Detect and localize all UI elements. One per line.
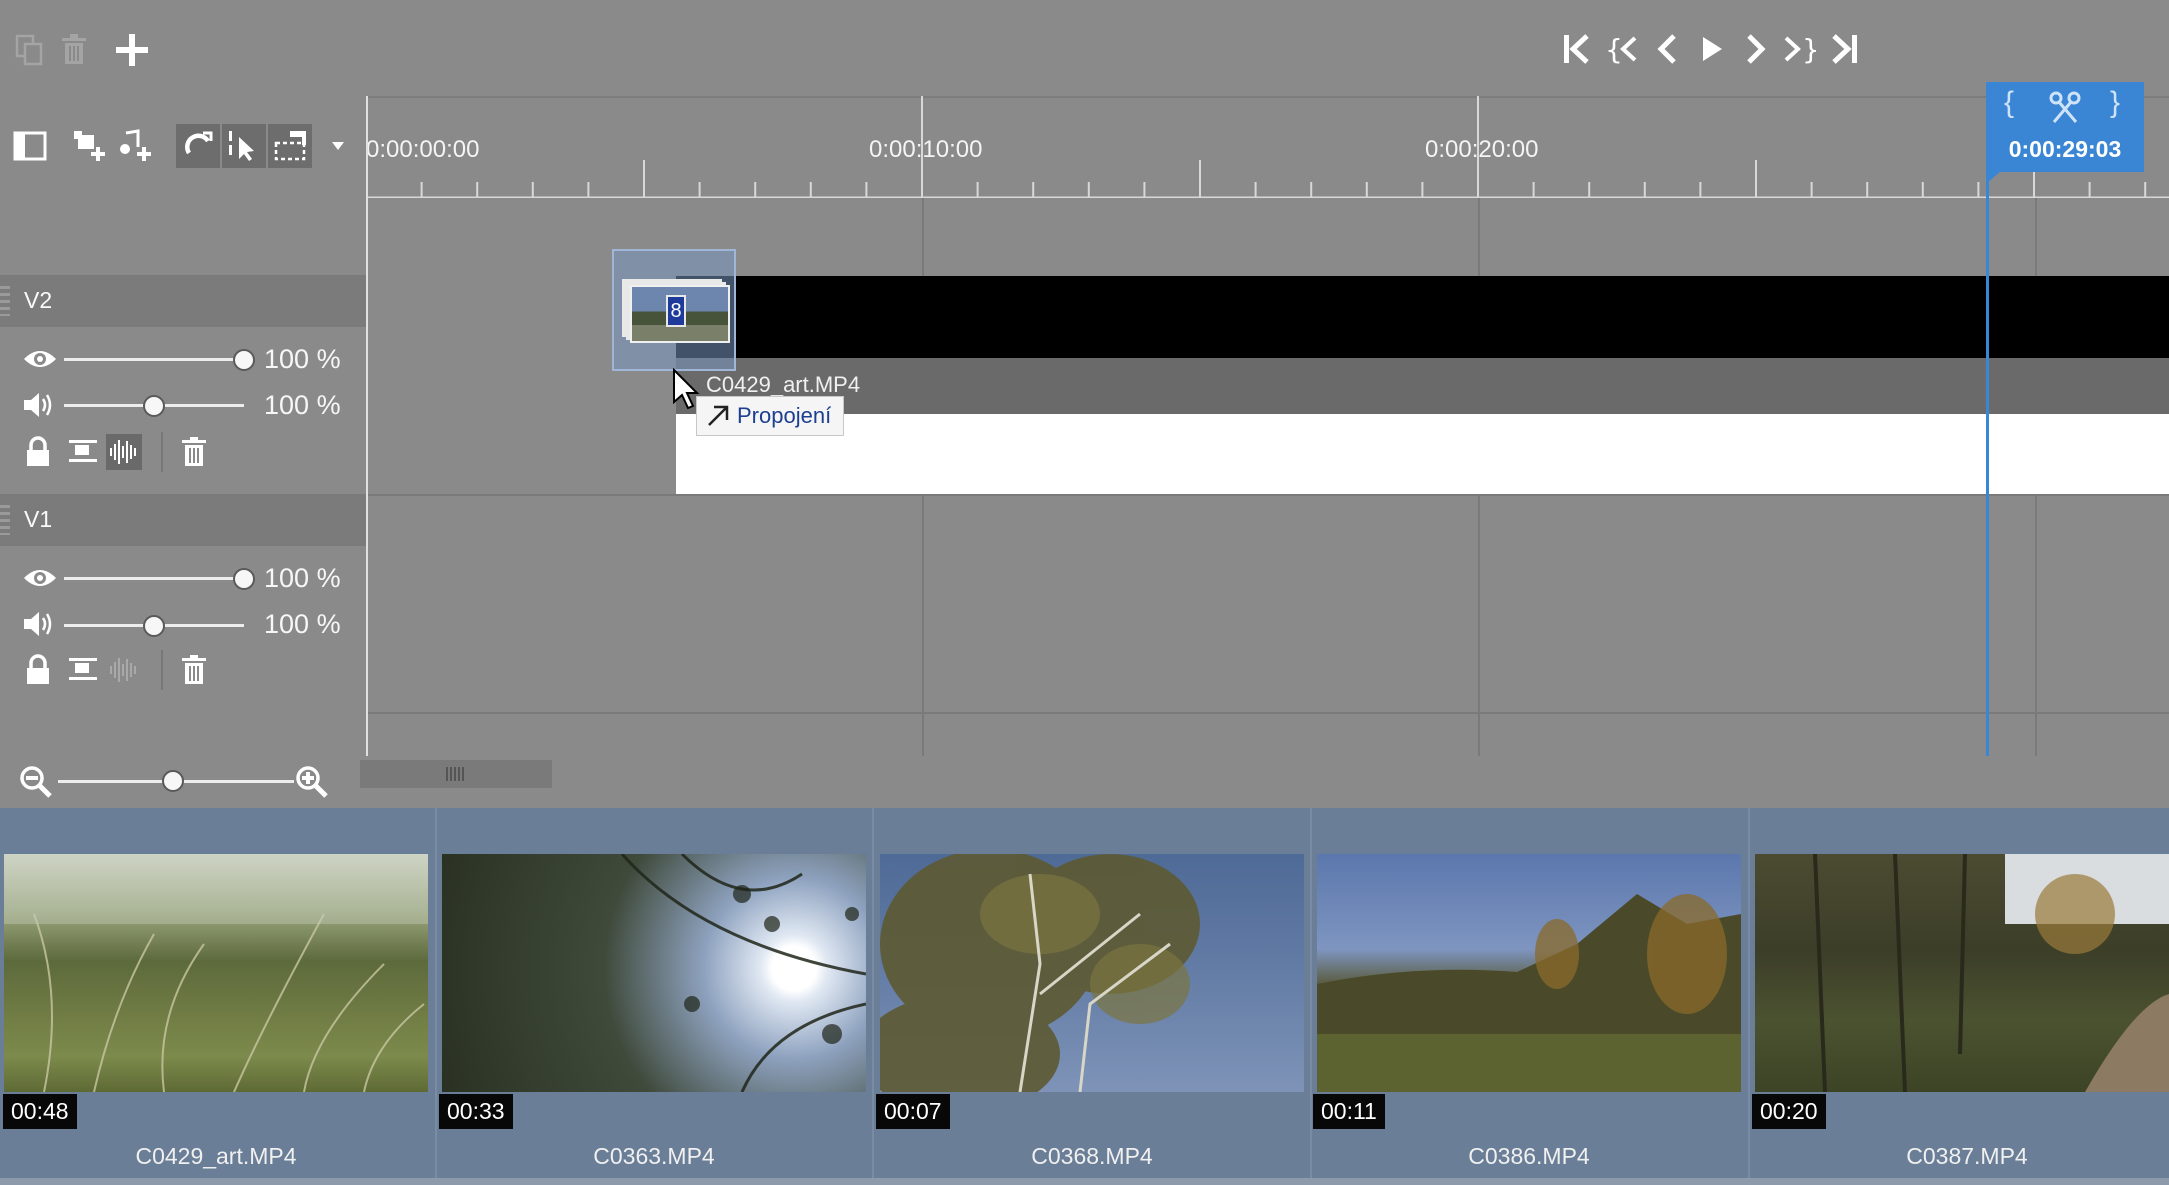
bin-separator <box>872 808 874 1185</box>
ripple-select-icon[interactable] <box>222 124 266 168</box>
bin-thumbnail[interactable] <box>4 854 428 1092</box>
zoom-in-icon[interactable] <box>294 764 330 800</box>
track-name: V2 <box>24 287 53 313</box>
horizontal-scrollbar-thumb[interactable] <box>360 760 552 788</box>
lock-icon[interactable] <box>20 434 56 470</box>
add-audio-track-icon[interactable] <box>114 124 158 168</box>
eye-icon[interactable] <box>22 565 58 591</box>
bin-separator <box>435 808 437 1185</box>
tools-dropdown-icon[interactable] <box>318 124 358 168</box>
opacity-slider-knob[interactable] <box>233 568 255 590</box>
divider <box>161 432 163 472</box>
trash-icon[interactable] <box>54 30 94 70</box>
track-sync-icon[interactable] <box>64 652 100 688</box>
divider <box>161 650 163 690</box>
mark-in-icon[interactable]: { <box>2004 86 2014 120</box>
scroll-grip-icon <box>446 767 466 781</box>
track-divider <box>366 494 2169 496</box>
timeline-start-line <box>366 96 368 756</box>
playhead-line[interactable] <box>1986 170 1989 758</box>
track-divider <box>366 712 2169 714</box>
next-marker-icon[interactable]: } <box>1780 28 1818 70</box>
plus-icon[interactable] <box>112 30 152 70</box>
clip-ghost-video <box>676 276 2169 358</box>
speaker-icon[interactable] <box>22 390 54 420</box>
volume-value: 100 % <box>264 390 341 420</box>
drag-preview: 8 <box>612 249 736 371</box>
volume-value: 100 % <box>264 609 341 639</box>
zoom-out-icon[interactable] <box>18 764 54 800</box>
ruler-label-0: 0:00:00:00 <box>366 136 480 163</box>
clip-ghost-name: C0429_art.MP4 <box>706 372 861 397</box>
go-to-start-icon[interactable] <box>1557 28 1595 70</box>
speaker-icon[interactable] <box>22 609 54 639</box>
bin-separator <box>1748 808 1750 1185</box>
audio-waveform-icon[interactable] <box>106 434 142 470</box>
bin-bottom-edge <box>0 1178 2169 1185</box>
clip-ghost-label-bar <box>676 358 2169 414</box>
clip-ghost-audio <box>676 414 2169 494</box>
svg-text:{: { <box>1605 33 1623 66</box>
bin-filename: C0429_art.MP4 <box>135 1143 297 1169</box>
step-forward-icon[interactable] <box>1737 28 1775 70</box>
eye-icon[interactable] <box>22 346 58 372</box>
magnet-snap-icon[interactable] <box>176 124 220 168</box>
panel-toggle-icon[interactable] <box>8 124 52 168</box>
scissors-icon[interactable] <box>2048 90 2082 124</box>
playhead-timecode: 0:00:29:03 <box>2008 136 2122 162</box>
bin-duration: 00:20 <box>1752 1094 1826 1129</box>
step-back-icon[interactable] <box>1648 28 1686 70</box>
lock-icon[interactable] <box>20 652 56 688</box>
drag-count-badge: 8 <box>666 295 686 327</box>
zoom-slider-knob[interactable] <box>162 770 184 792</box>
bin-thumbnail[interactable] <box>1317 854 1741 1092</box>
bin-duration: 00:07 <box>876 1094 950 1129</box>
opacity-slider-knob[interactable] <box>233 349 255 371</box>
track-header-v1[interactable]: V1 <box>0 494 366 546</box>
delete-track-icon[interactable] <box>176 652 212 688</box>
ruler-label-20: 0:00:20:00 <box>1425 136 1539 163</box>
bin-duration: 00:11 <box>1313 1094 1385 1129</box>
audio-waveform-icon[interactable] <box>106 652 142 688</box>
bin-filename: C0386.MP4 <box>1468 1143 1590 1169</box>
opacity-slider-track[interactable] <box>64 358 244 361</box>
playhead-marker[interactable]: { } 0:00:29:03 <box>1986 82 2144 172</box>
bin-filename: C0368.MP4 <box>1031 1143 1153 1169</box>
timeline-ruler[interactable] <box>366 96 2169 200</box>
drag-handle-icon[interactable] <box>0 286 10 316</box>
bin-thumbnail[interactable] <box>1755 854 2169 1092</box>
track-sync-icon[interactable] <box>64 434 100 470</box>
mark-out-icon[interactable]: } <box>2110 86 2120 120</box>
opacity-value: 100 % <box>264 563 341 593</box>
copy-icon[interactable] <box>10 30 50 70</box>
ruler-label-10: 0:00:10:00 <box>869 136 983 163</box>
trim-mode-icon[interactable] <box>268 124 312 168</box>
link-arrow-icon <box>708 405 729 426</box>
svg-text:}: } <box>1802 33 1816 66</box>
bin-filename: C0387.MP4 <box>1906 1143 2028 1169</box>
track-header-v2[interactable]: V2 <box>0 275 366 327</box>
bin-thumbnail[interactable] <box>442 854 866 1092</box>
volume-slider-knob[interactable] <box>143 615 165 637</box>
volume-slider-knob[interactable] <box>143 395 165 417</box>
bin-duration: 00:33 <box>439 1094 513 1129</box>
bin-separator <box>1310 808 1312 1185</box>
link-tooltip: Propojení <box>696 396 845 436</box>
link-tooltip-text: Propojení <box>737 403 832 428</box>
delete-track-icon[interactable] <box>176 434 212 470</box>
bin-thumbnail[interactable] <box>880 854 1304 1092</box>
add-video-track-icon[interactable] <box>68 124 112 168</box>
top-toolbar: { } <box>0 0 2169 98</box>
opacity-slider-track[interactable] <box>64 577 244 580</box>
previous-marker-icon[interactable]: { <box>1603 28 1641 70</box>
play-icon[interactable] <box>1693 28 1731 70</box>
bin-duration: 00:48 <box>3 1094 77 1129</box>
opacity-value: 100 % <box>264 344 341 374</box>
drag-handle-icon[interactable] <box>0 505 10 535</box>
track-name: V1 <box>24 506 53 532</box>
bin-filename: C0363.MP4 <box>593 1143 715 1169</box>
go-to-end-icon[interactable] <box>1826 28 1864 70</box>
playhead-pointer <box>1986 170 2002 184</box>
